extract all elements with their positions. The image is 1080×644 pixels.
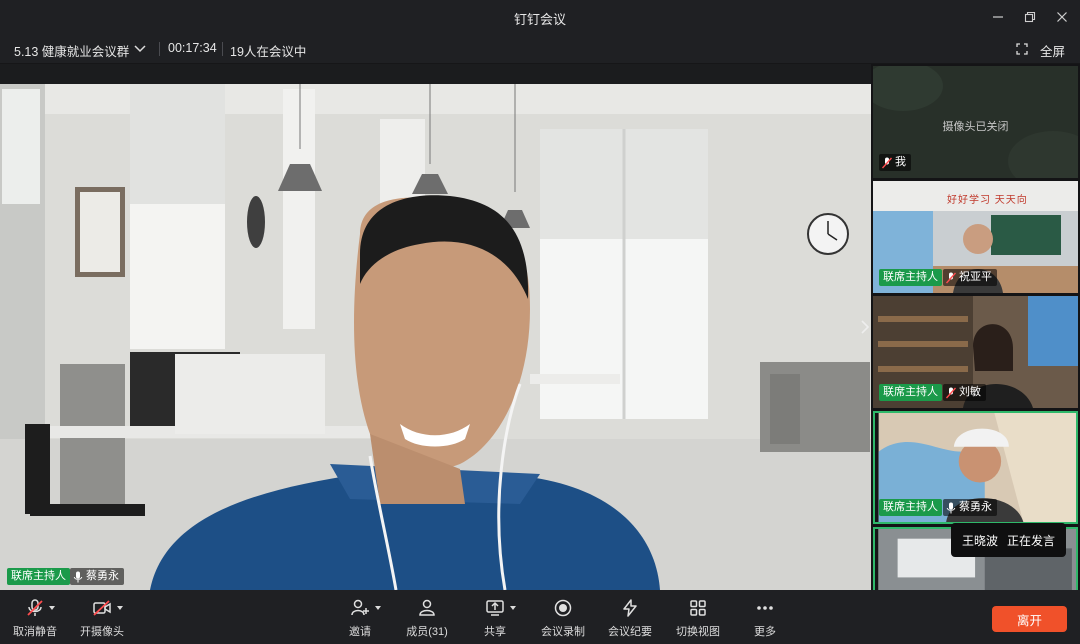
co-host-badge: 联席主持人 xyxy=(879,269,942,286)
members-button[interactable]: 成员(31) xyxy=(392,598,462,639)
camera-off-text: 摄像头已关闭 xyxy=(942,121,1009,133)
meeting-info-bar: 5.13 健康就业会议群 00:17:34 19人在会议中 全屏 xyxy=(0,34,1080,64)
speaker-name-tag: 蔡勇永 xyxy=(70,568,124,585)
more-button[interactable]: 更多 xyxy=(730,598,800,639)
participant-count: 19人在会议中 xyxy=(230,45,307,59)
mic-muted-icon xyxy=(946,387,956,398)
chevron-right-icon[interactable] xyxy=(859,318,871,336)
close-icon[interactable] xyxy=(1052,7,1072,27)
speaker-name: 蔡勇永 xyxy=(86,570,119,582)
caret-down-icon[interactable] xyxy=(510,606,516,610)
title-bar: 钉钉会议 xyxy=(0,0,1080,34)
mic-muted-icon xyxy=(946,272,956,283)
participant-name: 刘敏 xyxy=(959,386,981,398)
participant-name: 祝亚平 xyxy=(959,271,992,283)
switch-view-button[interactable]: 切换视图 xyxy=(663,598,733,639)
participant-panel: 摄像头已关闭 我 好好学习 天天向 联席主持人 祝亚平 联席主持人 刘敏 联席主… xyxy=(871,64,1080,590)
grid-view-icon xyxy=(690,600,706,616)
participant-name-tag: 蔡勇永 xyxy=(943,499,997,516)
invite-button[interactable]: 邀请 xyxy=(325,598,395,639)
classroom-banner: 好好学习 天天向 xyxy=(947,195,1028,206)
speaking-name: 王晓波 xyxy=(961,533,998,548)
main-video[interactable]: 联席主持人 蔡勇永 xyxy=(0,84,871,590)
participant-name-tag: 祝亚平 xyxy=(943,269,997,286)
minimize-icon[interactable] xyxy=(988,7,1008,27)
fullscreen-icon[interactable] xyxy=(1016,43,1028,55)
user-icon xyxy=(419,599,435,616)
co-host-badge: 联席主持人 xyxy=(879,499,942,516)
window-title: 钉钉会议 xyxy=(513,12,566,27)
members-label: 成员(31) xyxy=(406,626,448,638)
microphone-icon xyxy=(73,571,83,582)
record-icon xyxy=(554,599,572,617)
caret-down-icon[interactable] xyxy=(375,606,381,610)
camera-button[interactable]: 开摄像头 xyxy=(67,598,137,639)
minutes-button[interactable]: 会议纪要 xyxy=(595,598,665,639)
microphone-icon xyxy=(946,502,956,513)
unmute-button[interactable]: 取消静音 xyxy=(0,598,70,639)
participant-tile-active[interactable]: 联席主持人 蔡勇永 xyxy=(873,411,1078,524)
add-user-icon xyxy=(351,599,369,616)
chevron-down-icon[interactable] xyxy=(133,43,147,55)
divider xyxy=(159,42,160,56)
record-label: 会议录制 xyxy=(541,626,585,638)
caret-down-icon[interactable] xyxy=(117,606,123,610)
mic-muted-icon xyxy=(27,599,43,616)
main-video-frame xyxy=(0,84,871,590)
more-label: 更多 xyxy=(754,626,776,638)
leave-button[interactable]: 离开 xyxy=(992,606,1067,632)
share-screen-icon xyxy=(486,600,504,616)
camera-label: 开摄像头 xyxy=(80,626,124,638)
meeting-timer: 00:17:34 xyxy=(168,41,217,55)
camera-off-icon xyxy=(93,600,111,616)
unmute-label: 取消静音 xyxy=(13,626,57,638)
speaking-status: 正在发言 xyxy=(1007,533,1056,548)
participant-name: 我 xyxy=(895,156,906,168)
record-button[interactable]: 会议录制 xyxy=(528,598,598,639)
divider xyxy=(222,42,223,56)
participant-tile[interactable]: 好好学习 天天向 联席主持人 祝亚平 xyxy=(873,181,1078,293)
participant-tile-self[interactable]: 摄像头已关闭 我 xyxy=(873,66,1078,178)
restore-icon[interactable] xyxy=(1020,7,1040,27)
participant-name: 蔡勇永 xyxy=(959,501,992,513)
participant-name-tag: 我 xyxy=(879,154,911,171)
speaking-indicator: 王晓波 正在发言 xyxy=(951,523,1066,557)
more-dots-icon xyxy=(757,606,773,610)
co-host-badge: 联席主持人 xyxy=(7,568,70,585)
switch-view-label: 切换视图 xyxy=(676,626,720,638)
caret-down-icon[interactable] xyxy=(49,606,55,610)
participant-tile[interactable]: 联席主持人 刘敏 xyxy=(873,296,1078,408)
lightning-icon xyxy=(623,599,637,617)
mic-muted-icon xyxy=(882,157,892,168)
share-label: 共享 xyxy=(484,626,506,638)
meeting-name[interactable]: 5.13 健康就业会议群 xyxy=(14,41,129,60)
minutes-label: 会议纪要 xyxy=(608,626,652,638)
share-button[interactable]: 共享 xyxy=(460,598,530,639)
participant-name-tag: 刘敏 xyxy=(943,384,986,401)
meeting-toolbar: 取消静音 开摄像头 邀请 成员(31) 共享 会议录制 会议纪要 切换视图 更多 xyxy=(0,590,1080,644)
fullscreen-button[interactable]: 全屏 xyxy=(1040,41,1065,60)
invite-label: 邀请 xyxy=(349,626,371,638)
co-host-badge: 联席主持人 xyxy=(879,384,942,401)
